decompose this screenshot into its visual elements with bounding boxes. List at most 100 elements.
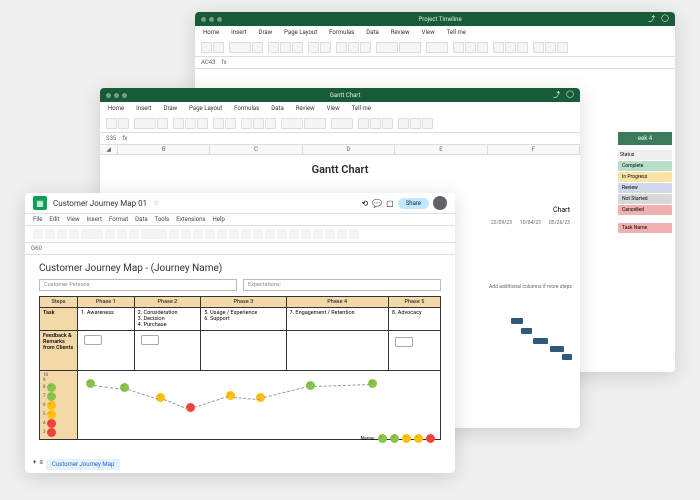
menu-view[interactable]: View	[67, 216, 80, 223]
menu-data[interactable]: Data	[135, 216, 147, 223]
italic-button[interactable]	[280, 42, 291, 53]
tab-formulas[interactable]: Formulas	[232, 104, 261, 113]
delete-button[interactable]	[505, 42, 516, 53]
format-table-button[interactable]	[370, 118, 381, 129]
wrap-button[interactable]	[289, 229, 299, 239]
feedback-cell[interactable]	[78, 331, 135, 371]
cell-styles-button[interactable]	[477, 42, 488, 53]
percent-button[interactable]	[117, 229, 127, 239]
find-select-button[interactable]	[557, 42, 568, 53]
share-icon[interactable]: ⤴	[553, 90, 560, 100]
redo-button[interactable]	[45, 229, 55, 239]
history-icon[interactable]: ⟲	[361, 199, 368, 208]
fill-button[interactable]	[225, 118, 236, 129]
border-button[interactable]	[308, 42, 319, 53]
avatar[interactable]	[433, 196, 447, 210]
underline-button[interactable]	[197, 118, 208, 129]
align-button[interactable]	[253, 118, 264, 129]
menu-help[interactable]: Help	[213, 216, 225, 223]
align-button[interactable]	[265, 118, 276, 129]
number-format[interactable]	[426, 42, 448, 53]
task-cell[interactable]: 1. Awareness	[78, 308, 135, 331]
font-select[interactable]	[141, 229, 167, 239]
font-size[interactable]	[252, 42, 263, 53]
italic-button[interactable]	[193, 229, 203, 239]
sort-filter-button[interactable]	[545, 42, 556, 53]
expectations-input[interactable]: Expectations:	[243, 279, 441, 291]
paste-button[interactable]	[201, 42, 212, 53]
conditional-format-button[interactable]	[453, 42, 464, 53]
align-left-button[interactable]	[336, 42, 347, 53]
tab-home[interactable]: Home	[106, 104, 126, 113]
name-box[interactable]: G60	[25, 243, 455, 255]
menu-format[interactable]: Format	[109, 216, 128, 223]
persona-input[interactable]: Customer Persona:	[39, 279, 237, 291]
align-center-button[interactable]	[348, 42, 359, 53]
paint-button[interactable]	[69, 229, 79, 239]
link-button[interactable]	[301, 229, 311, 239]
share-icon[interactable]: ⤴	[648, 14, 655, 24]
merge-button[interactable]	[304, 118, 326, 129]
share-button[interactable]: Share	[398, 198, 429, 209]
font-size[interactable]	[157, 118, 168, 129]
tab-data[interactable]: Data	[364, 28, 380, 37]
cell-styles-button[interactable]	[382, 118, 393, 129]
insert-button[interactable]	[398, 118, 409, 129]
comment-icon[interactable]: 💬	[372, 199, 382, 208]
menu-file[interactable]: File	[33, 216, 42, 223]
feedback-cell[interactable]	[286, 331, 388, 371]
journey-curve-cell[interactable]	[78, 371, 441, 440]
chart-button[interactable]	[325, 229, 335, 239]
sheet-tab[interactable]: Customer Journey Map	[46, 459, 120, 470]
bold-button[interactable]	[268, 42, 279, 53]
task-cell[interactable]: 7. Engagement / Retention	[286, 308, 388, 331]
task-cell[interactable]: 8. Advocacy	[388, 308, 440, 331]
task-cell[interactable]: 2. Consideration 3. Decision 4. Purchase	[134, 308, 201, 331]
cond-format-button[interactable]	[358, 118, 369, 129]
tab-page-layout[interactable]: Page Layout	[187, 104, 224, 113]
insert-button[interactable]	[493, 42, 504, 53]
font-select[interactable]	[134, 118, 156, 129]
align-button[interactable]	[265, 229, 275, 239]
align-right-button[interactable]	[360, 42, 371, 53]
wrap-text-button[interactable]	[281, 118, 303, 129]
copy-button[interactable]	[118, 118, 129, 129]
all-sheets-button[interactable]: ≡	[39, 459, 43, 470]
fill-button[interactable]	[320, 42, 331, 53]
menu-tools[interactable]: Tools	[155, 216, 170, 223]
tab-view[interactable]: View	[420, 28, 437, 37]
merge-button[interactable]	[399, 42, 421, 53]
copy-button[interactable]	[213, 42, 224, 53]
valign-button[interactable]	[277, 229, 287, 239]
cell-ref[interactable]: S35	[106, 135, 116, 142]
meet-icon[interactable]: ▢	[386, 199, 394, 208]
currency-button[interactable]	[105, 229, 115, 239]
menu-extensions[interactable]: Extensions	[176, 216, 205, 223]
underline-button[interactable]	[292, 42, 303, 53]
autosum-button[interactable]	[533, 42, 544, 53]
font-size[interactable]	[169, 229, 179, 239]
user-icon[interactable]: ◯	[566, 90, 574, 100]
format-button[interactable]	[517, 42, 528, 53]
merge-button[interactable]	[253, 229, 263, 239]
wrap-text-button[interactable]	[376, 42, 398, 53]
tab-draw[interactable]: Draw	[162, 104, 180, 113]
italic-button[interactable]	[185, 118, 196, 129]
menu-insert[interactable]: Insert	[87, 216, 102, 223]
format-button[interactable]	[422, 118, 433, 129]
font-select[interactable]	[229, 42, 251, 53]
tab-insert[interactable]: Insert	[229, 28, 248, 37]
strike-button[interactable]	[205, 229, 215, 239]
tab-home[interactable]: Home	[201, 28, 221, 37]
bold-button[interactable]	[181, 229, 191, 239]
zoom-select[interactable]	[81, 229, 103, 239]
filter-button[interactable]	[337, 229, 347, 239]
tab-tellme[interactable]: Tell me	[445, 28, 468, 37]
format-table-button[interactable]	[465, 42, 476, 53]
text-color-button[interactable]	[217, 229, 227, 239]
tab-review[interactable]: Review	[294, 104, 317, 113]
bold-button[interactable]	[173, 118, 184, 129]
number-format[interactable]	[331, 118, 353, 129]
tab-insert[interactable]: Insert	[134, 104, 153, 113]
tab-data[interactable]: Data	[269, 104, 285, 113]
